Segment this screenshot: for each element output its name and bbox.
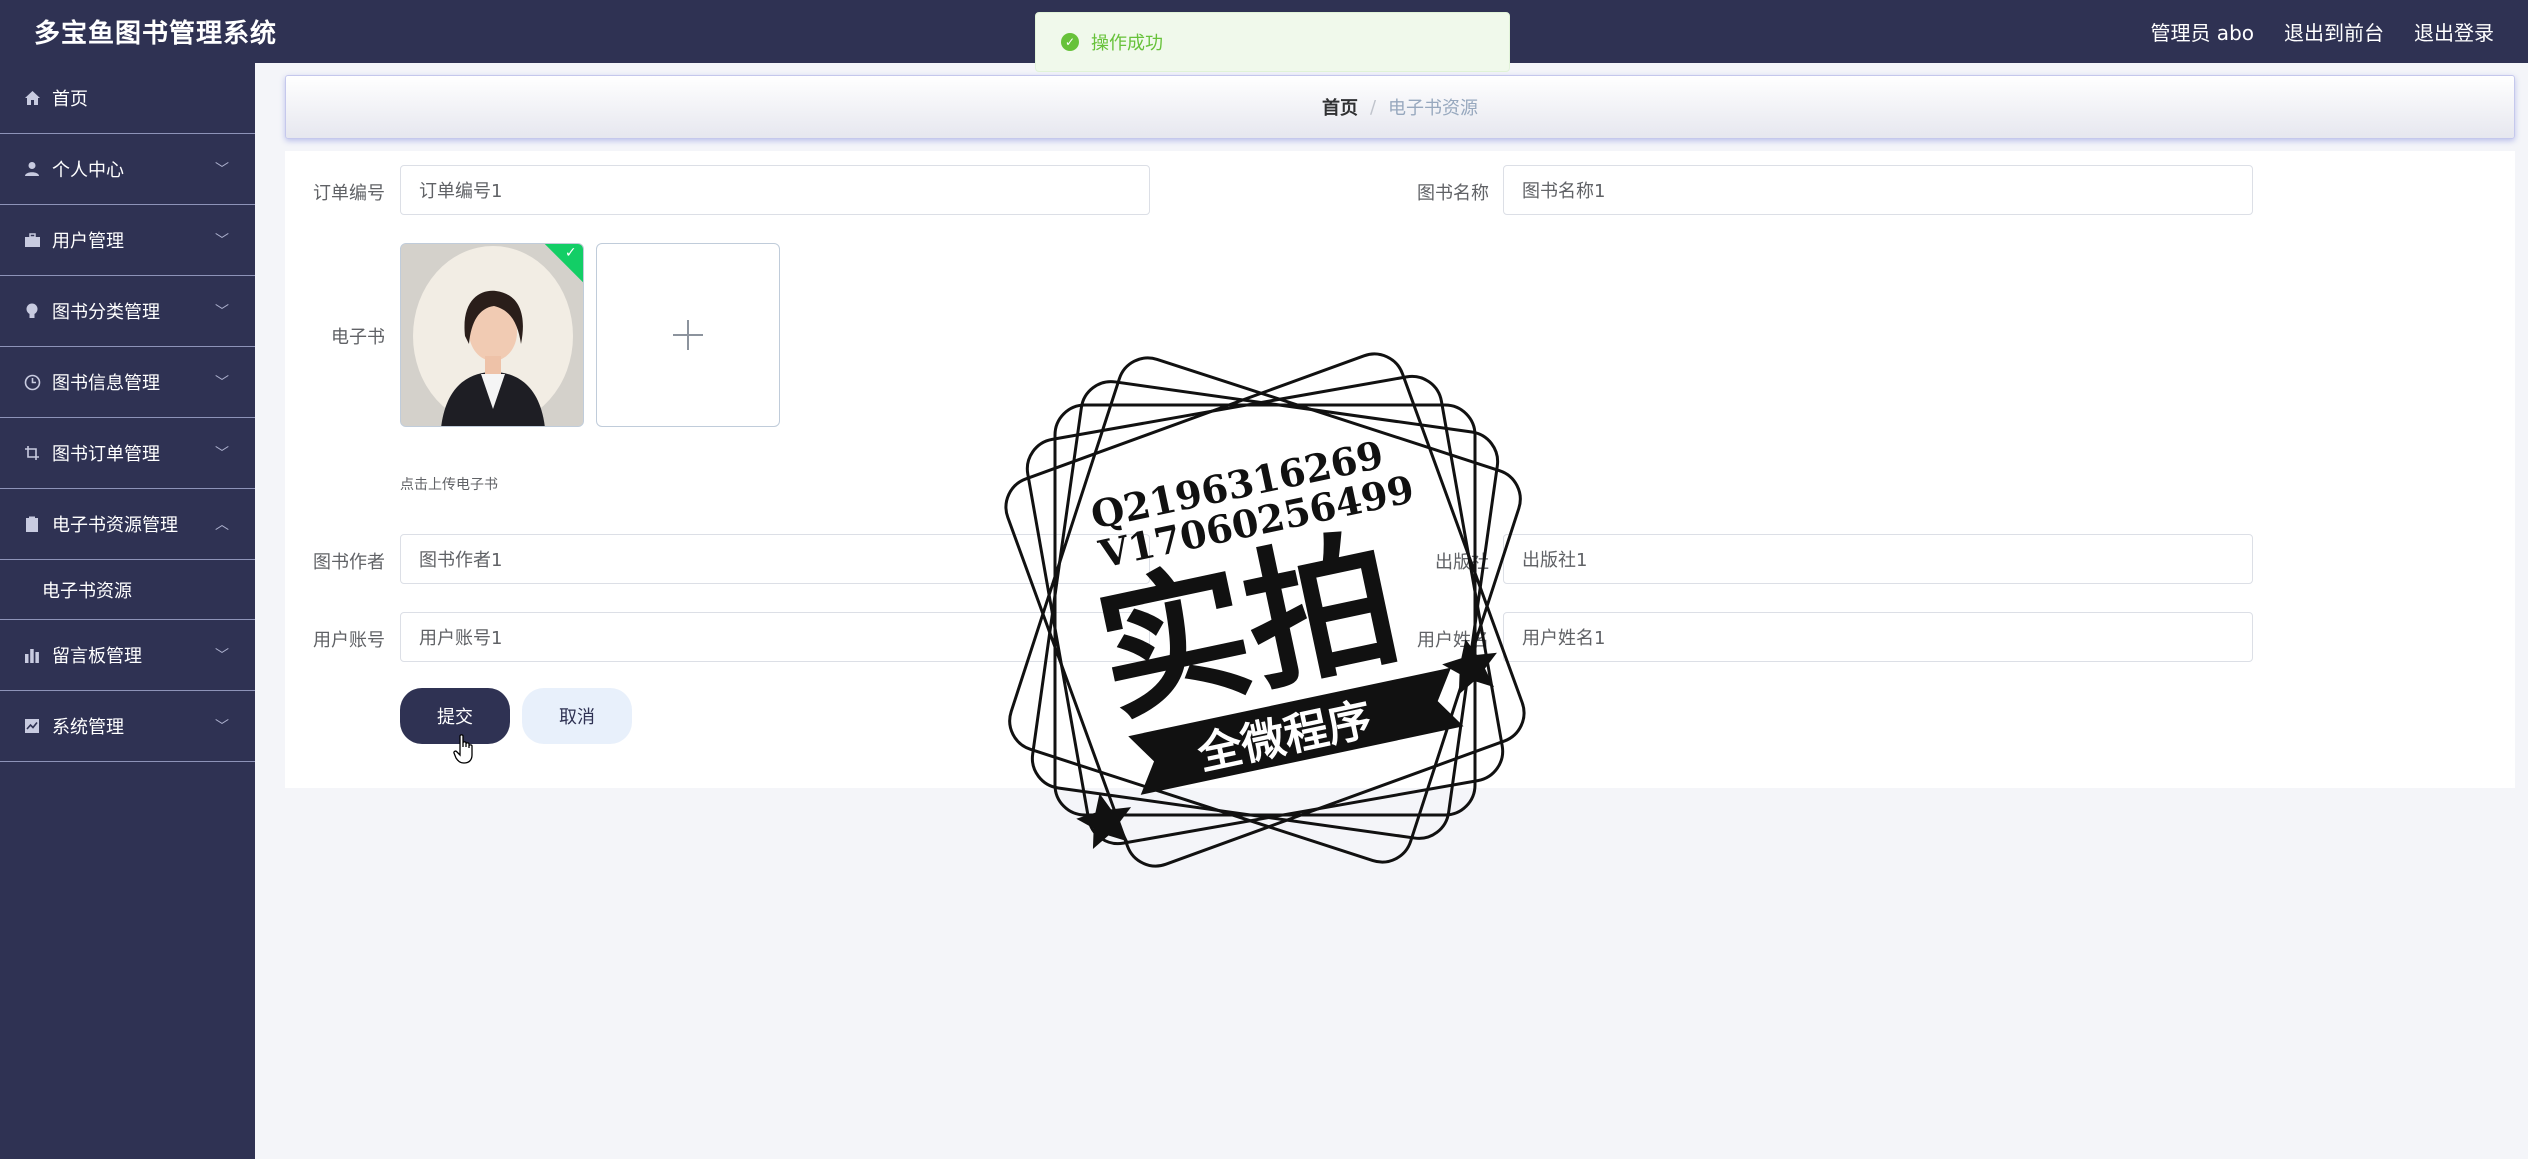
check-icon: ✓ xyxy=(564,245,577,262)
username-input[interactable] xyxy=(1503,612,2253,662)
upload-tip: 点击上传电子书 xyxy=(400,477,498,493)
upload-add-button[interactable] xyxy=(596,243,780,427)
book-name-input[interactable] xyxy=(1503,165,2253,215)
ebook-label: 电子书 xyxy=(331,327,385,348)
breadcrumb: 首页 / 电子书资源 xyxy=(285,75,2515,139)
clock-icon xyxy=(22,374,42,391)
sidebar-item-categories[interactable]: 图书分类管理 ﹀ xyxy=(0,276,255,347)
crop-icon xyxy=(22,445,42,461)
breadcrumb-current: 电子书资源 xyxy=(1388,98,1479,119)
chevron-down-icon: ﹀ xyxy=(215,375,229,391)
sidebar-item-messages[interactable]: 留言板管理 ﹀ xyxy=(0,620,255,691)
sidebar-item-book-info[interactable]: 图书信息管理 ﹀ xyxy=(0,347,255,418)
order-no-label: 订单编号 xyxy=(313,183,385,204)
stamp-watermark: Q2196316269 V17060256499 实拍 全微程序 xyxy=(1004,352,1526,868)
sidebar-item-orders[interactable]: 图书订单管理 ﹀ xyxy=(0,418,255,489)
order-no-input[interactable] xyxy=(400,165,1150,215)
hand-cursor-icon xyxy=(453,734,475,771)
cancel-button[interactable]: 取消 xyxy=(522,688,632,744)
sidebar-item-label: 图书订单管理 xyxy=(52,444,160,465)
sidebar-subitem-label: 电子书资源 xyxy=(42,580,132,602)
user-icon xyxy=(22,161,42,177)
trend-icon xyxy=(22,718,42,734)
sidebar-item-label: 系统管理 xyxy=(52,717,124,738)
star-icon xyxy=(1442,638,1497,695)
sidebar-item-home[interactable]: 首页 xyxy=(0,63,255,134)
bar-chart-icon xyxy=(22,648,42,663)
success-check-icon: ✓ xyxy=(1061,33,1079,51)
breadcrumb-home[interactable]: 首页 xyxy=(1322,94,1358,120)
uploaded-ebook-thumbnail[interactable]: ✓ xyxy=(400,243,584,427)
chevron-down-icon: ﹀ xyxy=(215,719,229,735)
sidebar-item-label: 图书信息管理 xyxy=(52,373,160,394)
publisher-input[interactable] xyxy=(1503,534,2253,584)
sidebar-item-label: 首页 xyxy=(52,89,88,110)
sidebar-item-profile[interactable]: 个人中心 ﹀ xyxy=(0,134,255,205)
back-to-front-link[interactable]: 退出到前台 xyxy=(2284,17,2384,46)
admin-user-label[interactable]: 管理员 abo xyxy=(2150,17,2254,46)
sidebar-item-label: 电子书资源管理 xyxy=(52,515,178,536)
chevron-down-icon: ﹀ xyxy=(215,446,229,462)
chevron-down-icon: ﹀ xyxy=(215,304,229,320)
book-name-label: 图书名称 xyxy=(1417,183,1489,204)
sidebar-item-label: 个人中心 xyxy=(52,160,124,181)
briefcase-icon xyxy=(22,232,42,248)
sidebar-subitem-ebook-resource[interactable]: 电子书资源 xyxy=(0,560,255,620)
chevron-up-icon: ︿ xyxy=(215,517,229,533)
chevron-down-icon: ﹀ xyxy=(215,648,229,664)
app-title: 多宝鱼图书管理系统 xyxy=(34,19,278,49)
home-icon xyxy=(22,90,42,106)
author-label: 图书作者 xyxy=(313,552,385,573)
chevron-down-icon: ﹀ xyxy=(215,233,229,249)
sidebar: 首页 个人中心 ﹀ 用户管理 ﹀ 图书分类管理 ﹀ 图书信息管理 ﹀ 图书订单管… xyxy=(0,63,255,1159)
sidebar-item-ebook-resources[interactable]: 电子书资源管理 ︿ xyxy=(0,489,255,560)
clipboard-icon xyxy=(22,516,42,533)
sidebar-item-users[interactable]: 用户管理 ﹀ xyxy=(0,205,255,276)
sidebar-item-label: 图书分类管理 xyxy=(52,302,160,323)
top-right-links: 管理员 abo 退出到前台 退出登录 xyxy=(2150,17,2494,46)
sidebar-item-system[interactable]: 系统管理 ﹀ xyxy=(0,691,255,762)
portrait-image xyxy=(401,244,583,426)
sidebar-item-label: 用户管理 xyxy=(52,231,124,252)
sidebar-item-label: 留言板管理 xyxy=(52,646,142,667)
account-label: 用户账号 xyxy=(313,630,385,651)
plus-icon xyxy=(673,320,703,350)
breadcrumb-separator: / xyxy=(1369,96,1377,118)
chevron-down-icon: ﹀ xyxy=(215,162,229,178)
bulb-icon xyxy=(22,303,42,320)
success-toast: ✓ 操作成功 xyxy=(1035,12,1510,72)
logout-link[interactable]: 退出登录 xyxy=(2414,17,2494,46)
toast-message: 操作成功 xyxy=(1091,33,1163,54)
